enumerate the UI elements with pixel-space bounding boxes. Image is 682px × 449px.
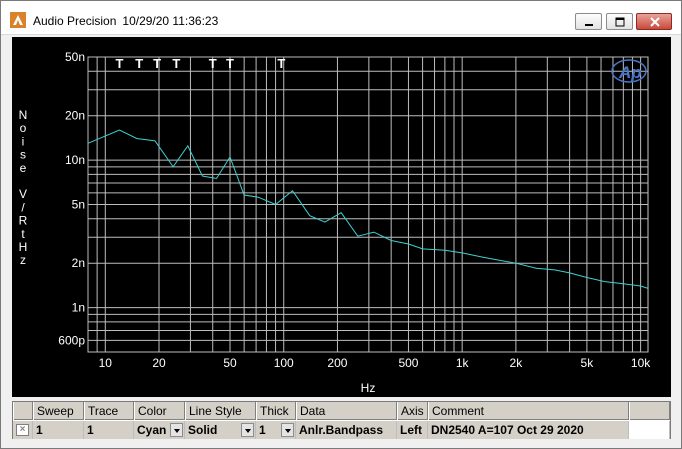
- header-extra: [629, 402, 670, 420]
- header-data[interactable]: Data: [296, 402, 397, 420]
- table-header-row: Sweep Trace Color Line Style Thick Data …: [13, 402, 670, 420]
- x-tick-label: 1k: [456, 356, 470, 370]
- x-tick-label: 2k: [510, 356, 524, 370]
- thick-dropdown-icon[interactable]: [281, 423, 294, 437]
- graph-area[interactable]: TTTTTTT 50n 20n 10n 5n 2n 1n 600p 10 20 50 100 200…: [12, 37, 671, 397]
- header-trace[interactable]: Trace: [84, 402, 134, 420]
- header-thick[interactable]: Thick: [256, 402, 296, 420]
- header-line-style[interactable]: Line Style: [185, 402, 256, 420]
- cursor-marker: T: [226, 56, 234, 71]
- extra-cell: [629, 421, 670, 439]
- trace-cell[interactable]: 1: [84, 421, 134, 439]
- y-axis-label-char: /: [21, 200, 25, 214]
- y-tick-label: 600p: [58, 333, 85, 347]
- comment-cell[interactable]: DN2540 A=107 Oct 29 2020: [428, 421, 629, 439]
- line-style-dropdown-icon[interactable]: [241, 423, 254, 437]
- maximize-button[interactable]: [606, 13, 633, 30]
- y-axis-label-char: s: [20, 148, 26, 162]
- y-axis-label-char: H: [19, 240, 28, 254]
- x-tick-label: 500: [398, 356, 418, 370]
- y-tick-label: 20n: [65, 109, 85, 123]
- axis-cell[interactable]: Left: [397, 421, 428, 439]
- logo-text: Ap: [618, 63, 642, 82]
- header-axis[interactable]: Axis: [397, 402, 428, 420]
- x-tick-label: 10k: [631, 356, 651, 370]
- color-dropdown-icon[interactable]: [170, 423, 183, 437]
- cursor-marker: T: [115, 56, 123, 71]
- maximize-icon: [615, 17, 625, 27]
- y-tick-label: 1n: [72, 301, 85, 315]
- minimize-button[interactable]: [575, 13, 602, 30]
- thick-value: 1: [259, 423, 266, 437]
- noise-chart[interactable]: TTTTTTT 50n20n10n5n2n1n600p 10 20 50 100 200…: [12, 37, 671, 397]
- y-axis-label-char: i: [22, 134, 25, 148]
- color-cell[interactable]: Cyan: [134, 421, 185, 439]
- cursor-marker: T: [153, 56, 161, 71]
- app-window: Audio Precision 10/29/20 11:36:23 TTTTTTT…: [0, 0, 682, 449]
- y-axis-label-char: o: [20, 121, 27, 135]
- audio-precision-app-icon: [10, 12, 26, 28]
- y-axis-label-char: e: [20, 161, 27, 175]
- header-color[interactable]: Color: [134, 402, 185, 420]
- y-axis-label-char: t: [21, 227, 25, 241]
- y-axis-label-char: N: [19, 108, 28, 122]
- close-button[interactable]: [636, 13, 672, 30]
- x-tick-label: 20: [152, 356, 166, 370]
- trace-table: Sweep Trace Color Line Style Thick Data …: [12, 401, 671, 439]
- header-sweep[interactable]: Sweep: [33, 402, 84, 420]
- y-axis-label-char: V: [19, 187, 27, 201]
- data-cell[interactable]: Anlr.Bandpass: [296, 421, 397, 439]
- y-axis-label-char: R: [19, 214, 28, 228]
- title-bar[interactable]: Audio Precision 10/29/20 11:36:23: [1, 1, 681, 35]
- cursor-marker: T: [209, 56, 217, 71]
- x-axis-label: Hz: [361, 381, 376, 395]
- y-tick-label: 5n: [72, 198, 85, 212]
- cursor-markers: TTTTTTT: [115, 56, 285, 71]
- x-tick-label: 200: [327, 356, 347, 370]
- minimize-icon: [585, 24, 593, 26]
- x-tick-label: 50: [223, 356, 237, 370]
- y-tick-label: 10n: [65, 153, 85, 167]
- noise-series-line: [87, 129, 649, 289]
- cursor-marker: T: [277, 56, 285, 71]
- line-style-cell[interactable]: Solid: [185, 421, 256, 439]
- cursor-marker: T: [135, 56, 143, 71]
- x-tick-label: 10: [99, 356, 113, 370]
- thick-cell[interactable]: 1: [256, 421, 296, 439]
- y-tick-label: 2n: [72, 256, 85, 270]
- trace-enable-cell: ×: [13, 421, 33, 439]
- color-value: Cyan: [137, 423, 167, 437]
- y-tick-labels: 50n 20n 10n 5n 2n 1n 600p: [58, 50, 85, 347]
- chart-grid: [87, 56, 649, 353]
- window-title: Audio Precision 10/29/20 11:36:23: [33, 14, 218, 28]
- header-comment[interactable]: Comment: [428, 402, 629, 420]
- y-axis-label-char: z: [20, 253, 26, 267]
- x-tick-labels: 10 20 50 100 200 500 1k 2k 5k 10k: [99, 356, 652, 370]
- app-name: Audio Precision: [33, 14, 117, 28]
- close-icon: [650, 17, 660, 27]
- cursor-marker: T: [172, 56, 180, 71]
- table-row[interactable]: × 1 1 Cyan Solid 1 Anlr.Bandpass Left DN…: [13, 421, 670, 439]
- line-style-value: Solid: [188, 423, 218, 437]
- x-tick-label: 100: [274, 356, 294, 370]
- header-blank: [13, 402, 33, 420]
- title-timestamp: 10/29/20 11:36:23: [122, 14, 219, 28]
- trace-enable-checkbox[interactable]: ×: [16, 424, 29, 436]
- chart-series: [87, 129, 649, 289]
- x-tick-label: 5k: [581, 356, 595, 370]
- sweep-cell[interactable]: 1: [33, 421, 84, 439]
- y-tick-label: 50n: [65, 50, 85, 64]
